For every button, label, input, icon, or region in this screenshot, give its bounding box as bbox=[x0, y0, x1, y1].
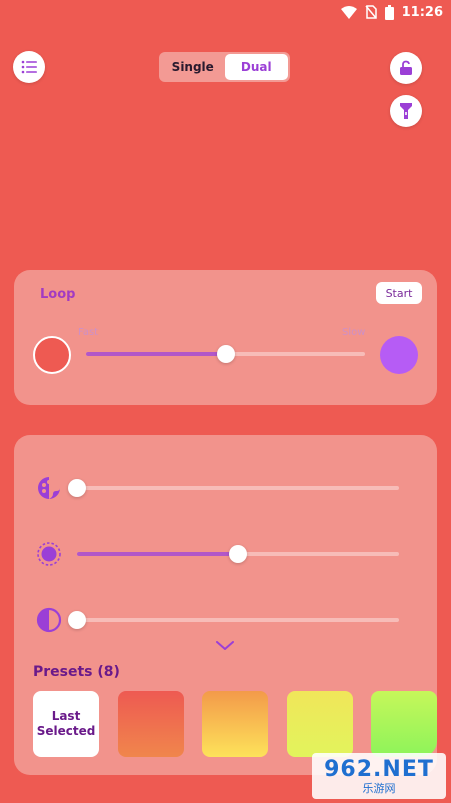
brightness-icon bbox=[37, 542, 61, 566]
presets-title: Presets (8) bbox=[33, 664, 120, 680]
loop-speed-slider[interactable] bbox=[86, 345, 365, 363]
brightness-fill bbox=[77, 552, 238, 556]
contrast-slider[interactable] bbox=[68, 611, 399, 629]
status-bar: 11:26 bbox=[0, 0, 451, 24]
menu-button[interactable] bbox=[13, 51, 45, 83]
wifi-icon bbox=[340, 5, 357, 19]
chevron-down-icon[interactable] bbox=[216, 641, 234, 651]
loop-card: Loop Start Fast Slow bbox=[14, 270, 437, 405]
loop-start-color[interactable] bbox=[33, 336, 71, 374]
preset-swatch-3[interactable] bbox=[287, 691, 353, 757]
unlock-icon bbox=[400, 60, 412, 75]
preset-swatch-4[interactable] bbox=[371, 691, 437, 757]
battery-icon bbox=[384, 4, 394, 20]
loop-end-color[interactable] bbox=[380, 336, 418, 374]
loop-speed-thumb[interactable] bbox=[216, 345, 235, 363]
brightness-slider[interactable] bbox=[77, 545, 399, 563]
loop-title: Loop bbox=[40, 287, 76, 302]
lock-button[interactable] bbox=[390, 52, 422, 84]
flashlight-icon bbox=[400, 103, 412, 119]
flashlight-button[interactable] bbox=[390, 95, 422, 127]
brightness-thumb[interactable] bbox=[229, 545, 247, 563]
contrast-thumb[interactable] bbox=[68, 611, 86, 629]
watermark-logo-text: 962.NET bbox=[324, 756, 434, 782]
color-slider[interactable] bbox=[68, 479, 399, 497]
loop-slow-label: Slow bbox=[342, 327, 366, 338]
mode-toggle: Single Dual bbox=[159, 52, 290, 82]
status-time: 11:26 bbox=[401, 4, 443, 20]
preset-swatch-2[interactable] bbox=[202, 691, 268, 757]
palette-icon bbox=[38, 477, 60, 499]
color-thumb[interactable] bbox=[68, 479, 86, 497]
mode-dual-option[interactable]: Dual bbox=[224, 54, 288, 80]
preset-last-selected[interactable]: Last Selected bbox=[33, 691, 99, 757]
list-icon bbox=[21, 60, 37, 74]
mode-single-option[interactable]: Single bbox=[161, 54, 225, 80]
contrast-icon bbox=[36, 607, 62, 633]
loop-start-button[interactable]: Start bbox=[376, 282, 422, 304]
loop-speed-fill bbox=[86, 352, 226, 356]
presets-row: Last Selected bbox=[33, 691, 437, 757]
preset-swatch-1[interactable] bbox=[118, 691, 184, 757]
controls-card: Presets (8) Last Selected bbox=[14, 435, 437, 775]
site-watermark: 962.NET 乐游网 bbox=[312, 753, 446, 799]
no-sim-icon bbox=[365, 5, 377, 19]
loop-fast-label: Fast bbox=[78, 327, 99, 338]
watermark-subtext: 乐游网 bbox=[362, 781, 396, 795]
